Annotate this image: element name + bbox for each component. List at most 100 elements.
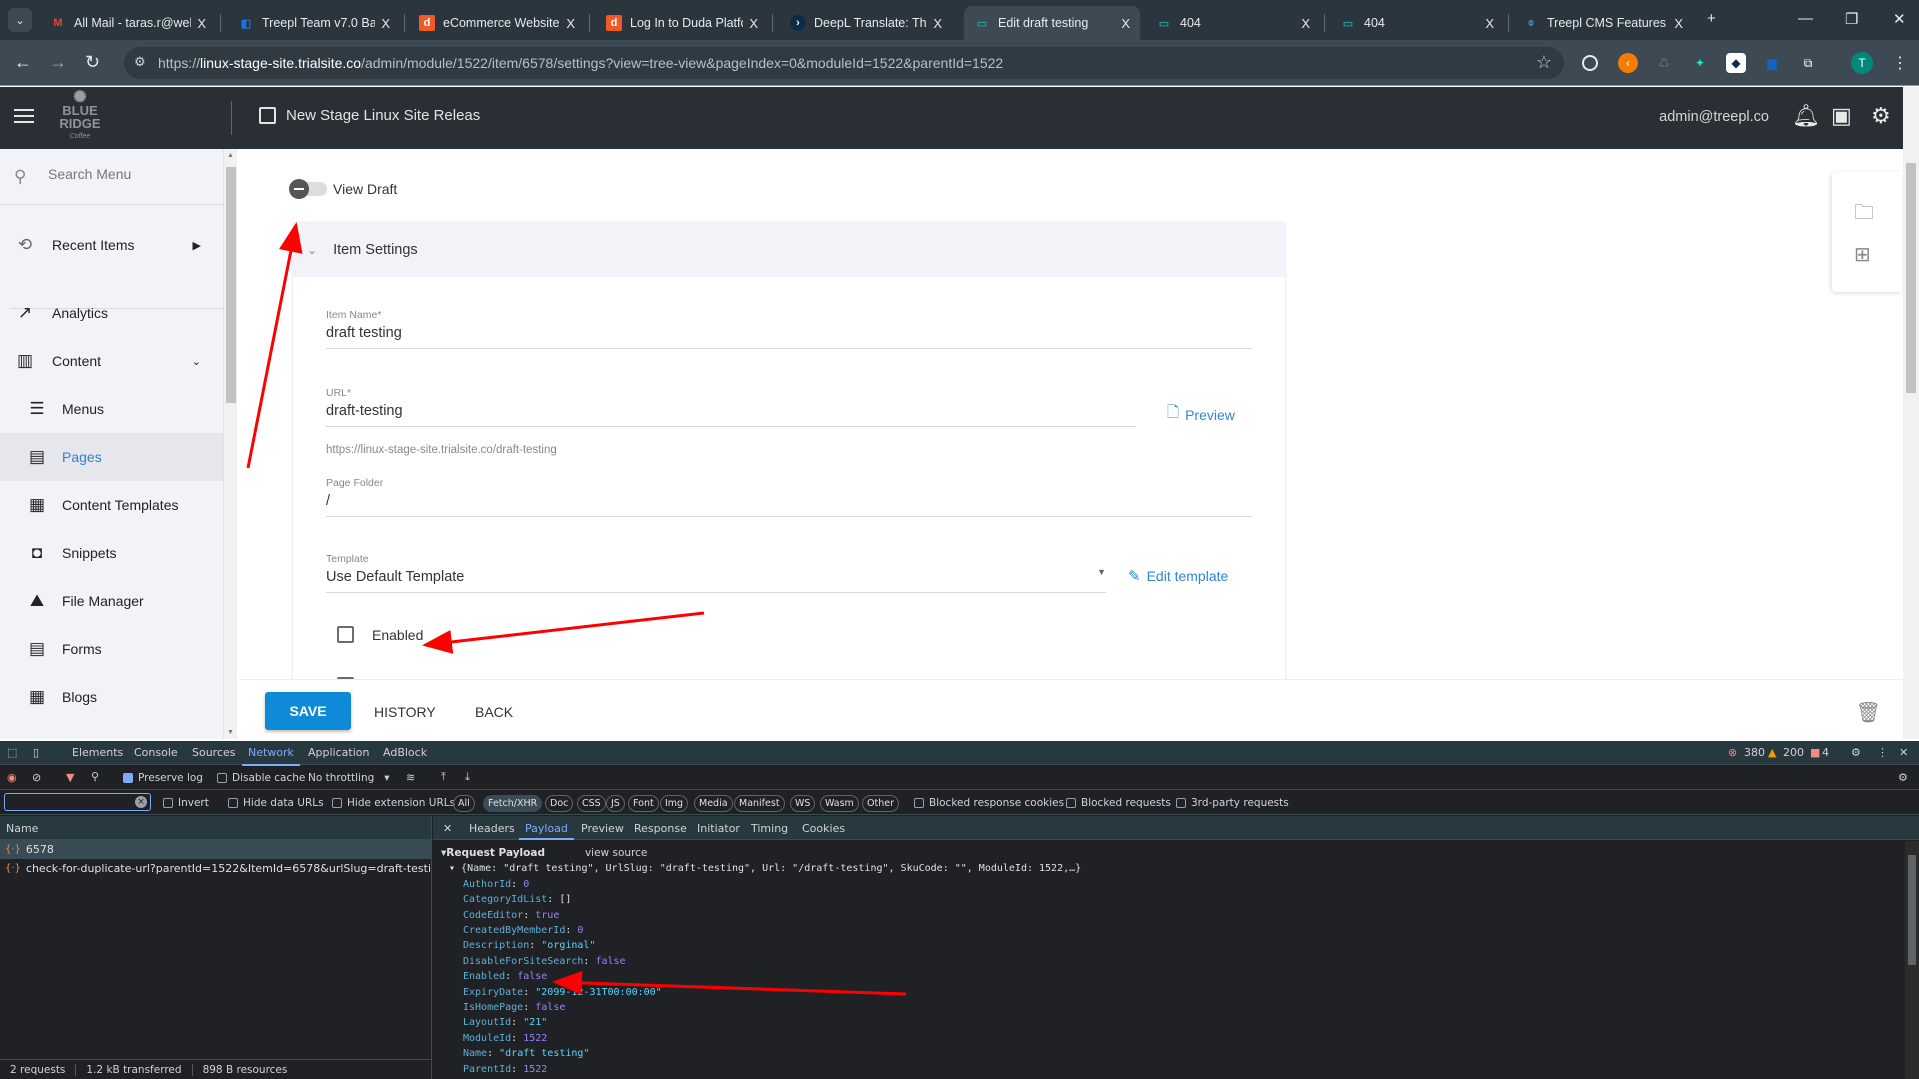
url-input[interactable]: draft-testing bbox=[326, 403, 1136, 419]
extension-chart-icon[interactable]: ▆ bbox=[1762, 53, 1782, 73]
filter-chip[interactable]: Manifest bbox=[734, 795, 785, 812]
devtools-tab-application[interactable]: Application bbox=[308, 746, 369, 759]
detail-tab-payload[interactable]: Payload bbox=[519, 822, 574, 840]
page-folder-input[interactable]: / bbox=[326, 493, 1252, 509]
browser-tab[interactable]: d Log In to Duda Platfo X bbox=[596, 6, 768, 40]
devtools-close-icon[interactable]: ✕ bbox=[1899, 746, 1908, 759]
inspect-element-icon[interactable]: ⬚ bbox=[7, 746, 17, 759]
extension-figure-icon[interactable]: ✦ bbox=[1690, 53, 1710, 73]
sidebar-item-content-templates[interactable]: ▦ Content Templates bbox=[0, 481, 223, 529]
trash-icon[interactable]: 🗑︎ bbox=[1856, 700, 1881, 725]
forward-arrow-icon[interactable]: → bbox=[49, 52, 67, 73]
browser-menu-icon[interactable]: ⋮ bbox=[1890, 53, 1910, 73]
hide-extension-urls-checkbox[interactable]: Hide extension URLs bbox=[332, 797, 455, 809]
profile-avatar[interactable]: T bbox=[1851, 52, 1873, 74]
devtools-tab-console[interactable]: Console bbox=[134, 746, 178, 759]
hide-data-urls-checkbox[interactable]: Hide data URLs bbox=[228, 797, 324, 809]
detail-tab-initiator[interactable]: Initiator bbox=[697, 822, 740, 835]
toggle-track[interactable] bbox=[289, 179, 327, 199]
widgets-icon[interactable]: ⊞ bbox=[1854, 242, 1871, 267]
request-row[interactable]: {·} 6578 bbox=[0, 840, 431, 859]
search-menu-input[interactable] bbox=[48, 166, 208, 182]
payload-summary[interactable]: ▾ {Name: "draft testing", UrlSlug: "draf… bbox=[441, 861, 1081, 876]
sidebar-scrollbar[interactable]: ▲ ▼ bbox=[223, 149, 237, 739]
payload-property[interactable]: ModuleId: 1522 bbox=[441, 1031, 1081, 1046]
payload-property[interactable]: ParentId: 1522 bbox=[441, 1062, 1081, 1077]
bookmark-star-icon[interactable]: ☆ bbox=[1536, 52, 1552, 73]
new-tab-button[interactable]: + bbox=[1707, 10, 1716, 27]
browser-tab[interactable]: › DeepL Translate: The X bbox=[780, 6, 952, 40]
detail-tab-cookies[interactable]: Cookies bbox=[802, 822, 845, 835]
preserve-log-checkbox[interactable]: Preserve log bbox=[123, 772, 203, 784]
toggle-knob[interactable] bbox=[289, 179, 309, 199]
browser-tab[interactable]: ▭ 404 X bbox=[1330, 6, 1504, 40]
device-toolbar-icon[interactable]: ▯ bbox=[33, 746, 39, 759]
close-tab-icon[interactable]: X bbox=[749, 16, 758, 31]
hamburger-menu-icon[interactable] bbox=[14, 109, 34, 125]
sidebar-item-blogs[interactable]: ▦ Blogs bbox=[0, 673, 223, 721]
sidebar-item-content[interactable]: ▥ Content ⌄ bbox=[0, 337, 223, 385]
page-folder-field[interactable]: Page Folder / bbox=[326, 477, 1252, 517]
template-select[interactable]: Template Use Default Template ▼ bbox=[326, 553, 1106, 593]
close-tab-icon[interactable]: X bbox=[566, 16, 575, 31]
close-detail-icon[interactable]: ✕ bbox=[443, 822, 452, 835]
filter-chip[interactable]: JS bbox=[606, 795, 625, 812]
payload-property[interactable]: AuthorId: 0 bbox=[441, 877, 1081, 892]
payload-property[interactable]: CreatedByMemberId: 0 bbox=[441, 923, 1081, 938]
clear-filter-icon[interactable]: × bbox=[135, 796, 147, 808]
scroll-down-icon[interactable]: ▼ bbox=[227, 729, 234, 736]
browser-tab[interactable]: ⌽ Treepl CMS Features X bbox=[1513, 6, 1693, 40]
tab-search-button[interactable]: ⌄ bbox=[8, 8, 32, 32]
export-har-icon[interactable]: ⤓ bbox=[465, 770, 470, 784]
filter-icon[interactable]: ▼ bbox=[66, 771, 74, 784]
network-conditions-icon[interactable]: ≋ bbox=[406, 771, 415, 784]
issue-count[interactable]: 4 bbox=[1822, 746, 1829, 759]
payload-property[interactable]: IsHomePage: false bbox=[441, 1000, 1081, 1015]
filter-chip[interactable]: Wasm bbox=[820, 795, 859, 812]
item-settings-header[interactable]: ⌄ Item Settings bbox=[293, 223, 1285, 277]
devtools-tab-adblock[interactable]: AdBlock bbox=[383, 746, 427, 759]
item-name-input[interactable]: draft testing bbox=[326, 325, 1252, 341]
blocked-requests-checkbox[interactable]: Blocked requests bbox=[1066, 797, 1171, 809]
site-logo[interactable]: ✺ BLUE RIDGE Coffee bbox=[58, 90, 102, 143]
extension-orange-icon[interactable]: ‹ bbox=[1618, 53, 1638, 73]
payload-property[interactable]: Enabled: false bbox=[441, 969, 1081, 984]
preview-button[interactable]: 🗋︎ Preview bbox=[1167, 402, 1235, 427]
close-tab-icon[interactable]: X bbox=[933, 16, 942, 31]
payload-property[interactable]: Name: "draft testing" bbox=[441, 1046, 1081, 1061]
browser-tab[interactable]: ◧ Treepl Team v7.0 Back X bbox=[228, 6, 400, 40]
error-count[interactable]: 380 bbox=[1744, 746, 1765, 759]
filter-chip[interactable]: Other bbox=[862, 795, 899, 812]
request-row[interactable]: {·} check-for-duplicate-url?parentId=152… bbox=[0, 859, 431, 878]
sidebar-item-forms[interactable]: ▤ Forms bbox=[0, 625, 223, 673]
detail-tab-timing[interactable]: Timing bbox=[751, 822, 788, 835]
disable-cache-checkbox[interactable]: Disable cache bbox=[217, 772, 305, 784]
enabled-checkbox-row[interactable]: Enabled bbox=[337, 626, 423, 643]
invert-checkbox[interactable]: Invert bbox=[163, 797, 209, 809]
site-info-icon[interactable]: ⚙ bbox=[134, 54, 146, 70]
close-tab-icon[interactable]: X bbox=[197, 16, 206, 31]
folder-icon[interactable]: 🗀︎ bbox=[1854, 198, 1874, 232]
site-link[interactable]: New Stage Linux Site Releas bbox=[259, 107, 480, 124]
devtools-tab-network[interactable]: Network bbox=[242, 746, 300, 766]
page-scrollbar[interactable] bbox=[1903, 87, 1919, 739]
network-filter-input[interactable]: × bbox=[4, 793, 151, 811]
template-value[interactable]: Use Default Template bbox=[326, 569, 1106, 585]
detail-scrollbar[interactable] bbox=[1905, 841, 1919, 1079]
payload-property[interactable]: Description: "orginal" bbox=[441, 938, 1081, 953]
extension-deepl-icon[interactable]: ◆ bbox=[1726, 53, 1746, 73]
blocked-response-cookies-checkbox[interactable]: Blocked response cookies bbox=[914, 797, 1064, 809]
close-tab-icon[interactable]: X bbox=[381, 16, 390, 31]
filter-chip[interactable]: Font bbox=[628, 795, 659, 812]
restore-icon[interactable]: ❐ bbox=[1845, 10, 1858, 28]
extensions-puzzle-icon[interactable]: ⧉ bbox=[1798, 53, 1818, 73]
error-icon[interactable]: ⊗ bbox=[1728, 746, 1737, 759]
filter-chip[interactable]: Img bbox=[660, 795, 689, 812]
sidebar-item-file-manager[interactable]: ⛰ File Manager bbox=[0, 577, 223, 625]
detail-tab-headers[interactable]: Headers bbox=[469, 822, 515, 835]
sidebar-scroll-thumb[interactable] bbox=[226, 167, 236, 403]
back-arrow-icon[interactable]: ← bbox=[14, 52, 32, 73]
sidebar-item-analytics[interactable]: ↗ Analytics bbox=[0, 289, 223, 337]
browser-tab[interactable]: ▭ Edit draft testing X bbox=[964, 6, 1140, 40]
request-payload-section[interactable]: ▾Request Payload view source bbox=[441, 846, 1081, 861]
